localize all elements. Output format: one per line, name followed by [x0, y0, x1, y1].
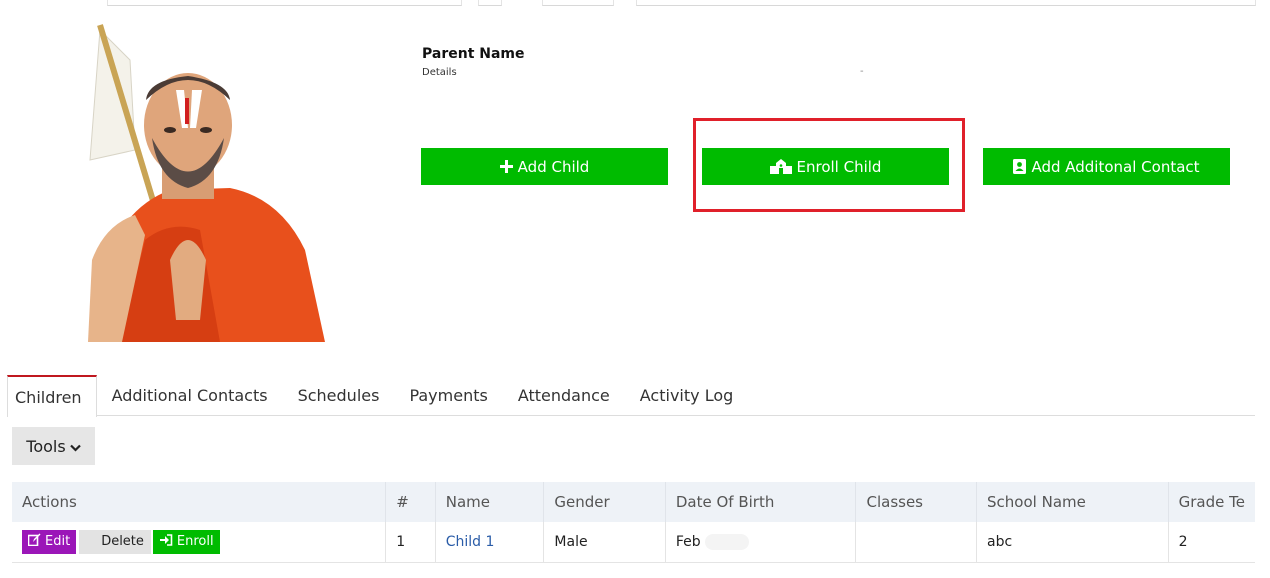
header-classes[interactable]: Classes [855, 482, 978, 522]
top-field-4[interactable] [636, 0, 1256, 6]
row-dob: Feb [675, 533, 701, 550]
header-actions[interactable]: Actions [12, 482, 387, 522]
row-actions-cell: Edit Delete Enroll [12, 522, 387, 563]
sign-in-icon [159, 533, 173, 550]
header-name[interactable]: Name [435, 482, 545, 522]
table-header-row: Actions # Name Gender Date Of Birth Clas… [12, 482, 1255, 522]
detail-placeholder-dash: - [860, 66, 864, 77]
top-field-3[interactable] [542, 0, 614, 6]
tab-schedules[interactable]: Schedules [283, 375, 395, 416]
tab-payments[interactable]: Payments [394, 375, 502, 416]
child-name-link[interactable]: Child 1 [446, 534, 495, 550]
header-school-name[interactable]: School Name [976, 482, 1169, 522]
school-icon [769, 159, 792, 174]
header-gender[interactable]: Gender [543, 482, 666, 522]
redacted-blur [704, 533, 749, 550]
edit-label: Edit [45, 534, 71, 550]
tab-label: Schedules [297, 386, 380, 405]
address-book-icon [1013, 159, 1027, 174]
top-input-strip [0, 0, 1270, 8]
profile-tabs: Children Additional Contacts Schedules P… [7, 375, 1255, 417]
row-dob-cell: Feb [665, 522, 857, 563]
profile-photo [50, 20, 330, 342]
delete-button[interactable]: Delete [79, 529, 151, 554]
add-child-label: Add Child [517, 157, 590, 176]
add-contact-button[interactable]: Add Additonal Contact [983, 148, 1230, 185]
top-field-1[interactable] [107, 0, 462, 6]
row-grade: 2 [1168, 522, 1255, 563]
enroll-child-button[interactable]: Enroll Child [702, 148, 949, 185]
top-field-2[interactable] [478, 0, 502, 6]
edit-button[interactable]: Edit [22, 529, 77, 554]
tab-label: Additional Contacts [111, 386, 268, 405]
tab-additional-contacts[interactable]: Additional Contacts [97, 375, 283, 416]
row-classes [855, 522, 978, 563]
add-contact-label: Add Additonal Contact [1031, 157, 1200, 176]
row-school: abc [976, 522, 1169, 563]
tab-label: Children [15, 387, 82, 407]
tab-children[interactable]: Children [7, 375, 97, 417]
row-name-cell: Child 1 [435, 522, 545, 563]
tab-activity-log[interactable]: Activity Log [625, 375, 749, 416]
row-number: 1 [385, 522, 436, 563]
parent-profile-page: Parent Name Details - Add Child Enroll C… [0, 0, 1270, 578]
tab-label: Attendance [517, 386, 610, 405]
enroll-child-label: Enroll Child [796, 157, 882, 176]
tools-label: Tools [26, 436, 66, 456]
parent-details: Details [422, 67, 457, 78]
table-row: Edit Delete Enroll 1 Child 1 Male Feb ab… [12, 522, 1255, 563]
enroll-label: Enroll [176, 534, 214, 550]
tools-dropdown-button[interactable]: Tools [12, 427, 95, 465]
tab-label: Payments [409, 386, 488, 405]
header-date-of-birth[interactable]: Date Of Birth [665, 482, 857, 522]
enroll-row-button[interactable]: Enroll [152, 529, 220, 554]
tab-label: Activity Log [639, 386, 734, 405]
header-number[interactable]: # [385, 482, 436, 522]
chevron-down-icon [69, 437, 81, 456]
tab-attendance[interactable]: Attendance [503, 375, 625, 416]
row-gender: Male [543, 522, 666, 563]
header-grade[interactable]: Grade Te [1168, 482, 1255, 522]
add-child-button[interactable]: Add Child [421, 148, 668, 185]
edit-icon [27, 533, 41, 550]
children-table: Actions # Name Gender Date Of Birth Clas… [12, 482, 1255, 563]
plus-icon [499, 160, 513, 173]
delete-label: Delete [101, 534, 144, 550]
parent-name: Parent Name [422, 46, 525, 62]
monk-portrait-image [88, 24, 325, 342]
